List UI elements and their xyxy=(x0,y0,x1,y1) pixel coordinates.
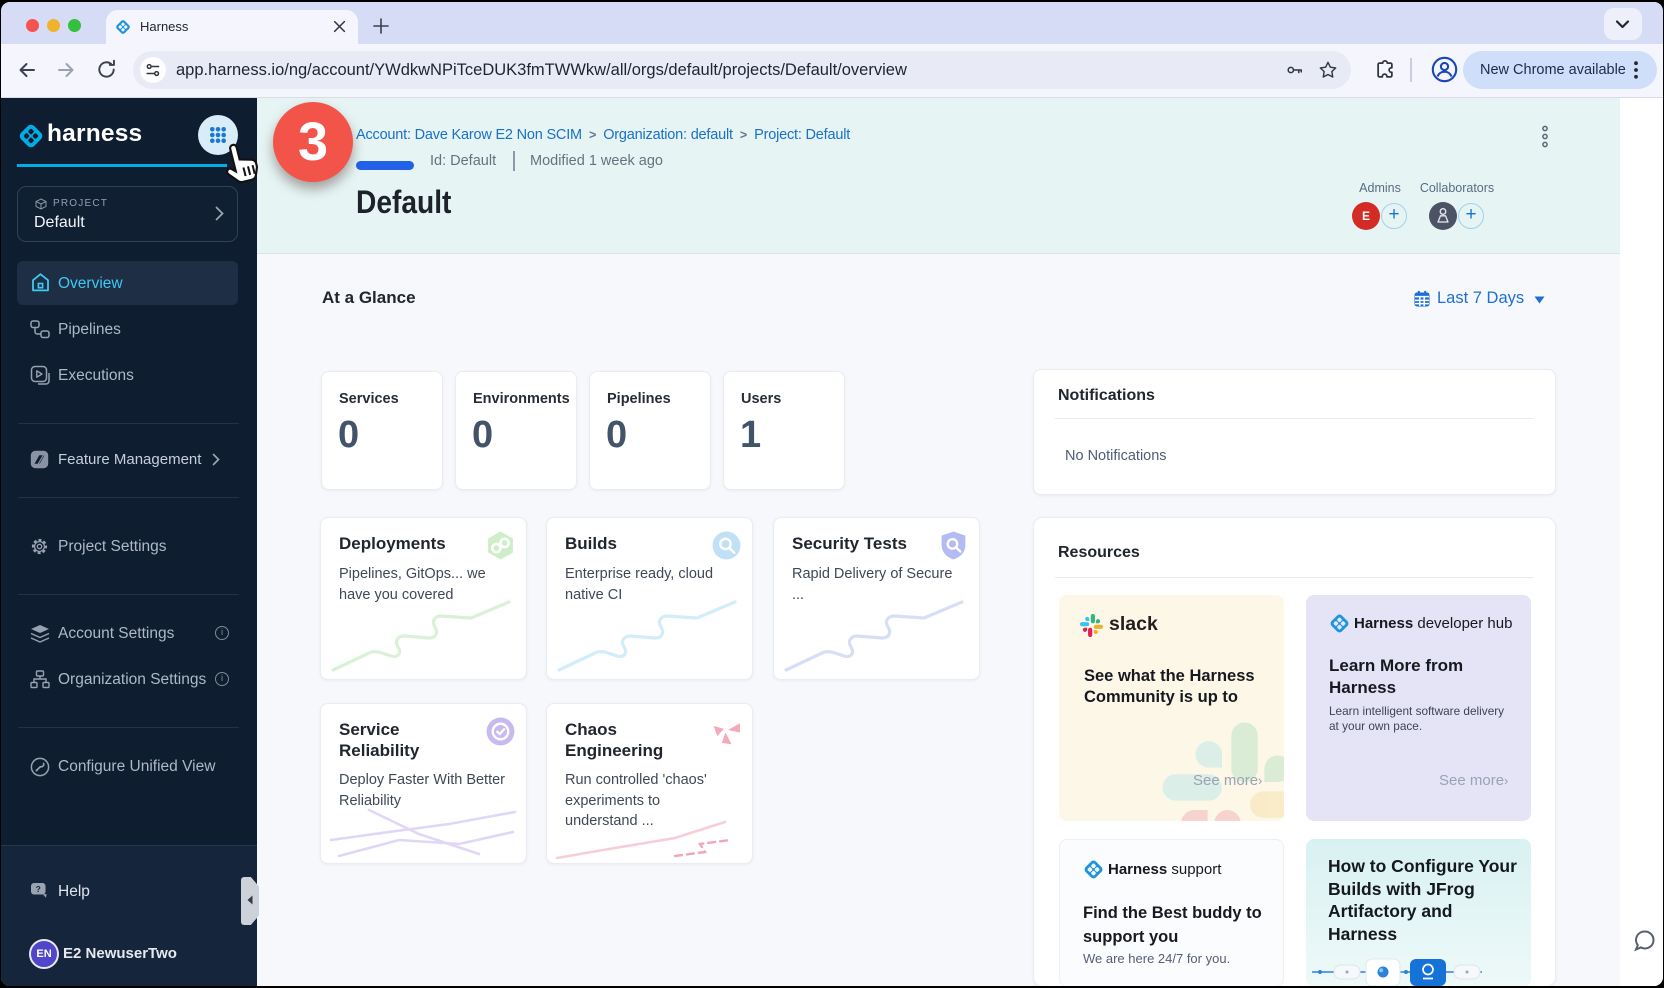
svg-text:?: ? xyxy=(36,884,41,894)
